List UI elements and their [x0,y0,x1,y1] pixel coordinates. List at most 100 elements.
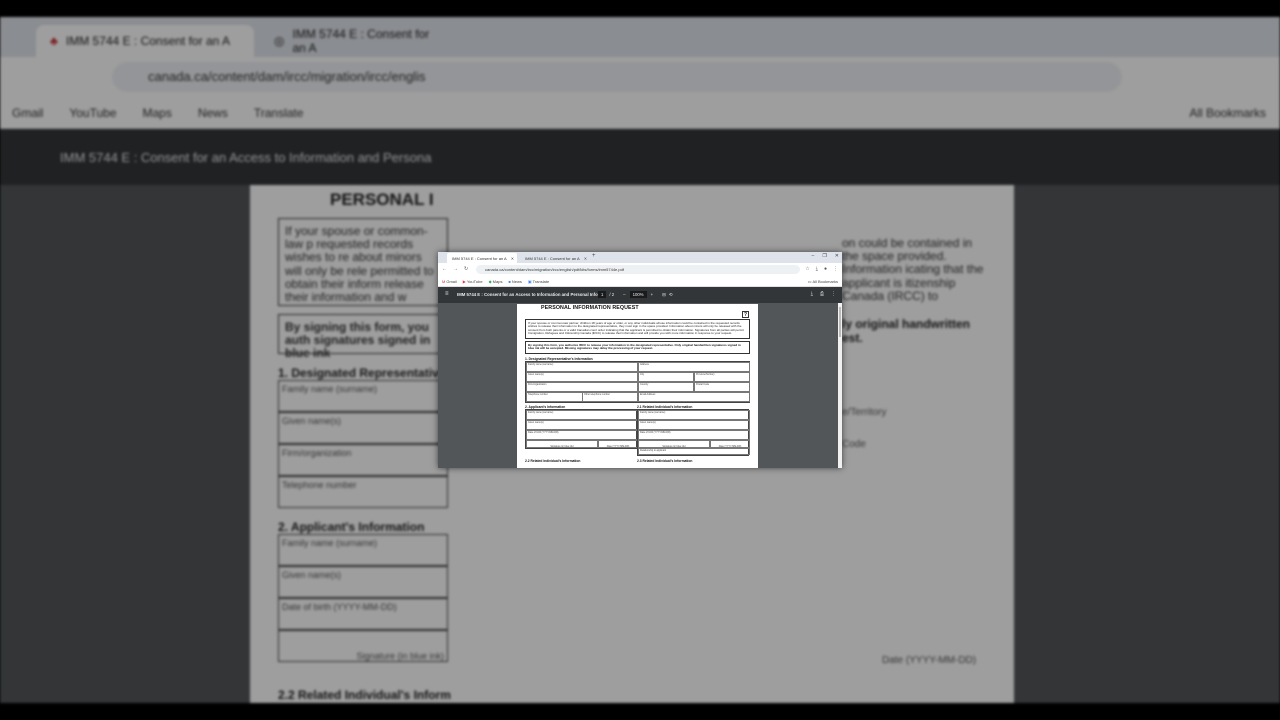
field-rep-province[interactable]: Province/Territory [694,371,750,382]
applicant-signature-row: Signature (in blue ink) Date (YYYY-MM-DD… [526,439,638,448]
bookmark-news[interactable]: ■ News [508,279,521,284]
bg-tab-strip: ♣ IMM 5744 E : Consent for an A ◎ IMM 57… [0,17,1280,57]
page-number-input[interactable]: 1 [598,291,607,298]
bookmark-translate-label: Translate [532,278,550,284]
field-rep-country[interactable]: Country [638,381,694,392]
globe-icon: ◎ [274,34,285,48]
bg-row-1: Family name (surname) [278,380,448,412]
tab-active[interactable]: IMM 5744 E : Consent for an A ✕ [447,253,517,263]
bg-bm-youtube: YouTube [69,105,117,120]
back-arrow-icon[interactable]: ← [442,266,447,272]
section-2-columns: 2. Applicant's Information Family name (… [525,405,750,456]
bg-address-row: canada.ca/content/dam/ircc/migration/irc… [0,57,1280,97]
field-related-given-names[interactable]: Given name(s) [638,419,750,430]
field-related-dob[interactable]: Date of birth (YYYY-MM-DD) [638,429,750,440]
applicant-signature[interactable]: Signature (in blue ink) [526,439,598,448]
field-rep-address[interactable]: Address [638,361,750,372]
tab-label: IMM 5744 E : Consent for an A [452,255,507,261]
field-applicant-dob[interactable]: Date of birth (YYYY-MM-DD) [526,429,638,440]
minimize-button[interactable]: – [812,253,815,259]
close-icon[interactable]: ✕ [511,256,514,261]
bg-bm-translate: Translate [253,105,304,120]
field-rep-postal[interactable]: Postal Code [694,381,750,392]
new-tab-button[interactable]: + [592,253,596,259]
field-rep-telephone[interactable]: Telephone number [527,392,583,401]
field-rep-city[interactable]: City [638,371,694,382]
bg-date: Date (YYYY-MM-DD) [882,655,977,666]
browser-window: IMM 5744 E : Consent for an A ✕ IMM 5744… [438,252,842,468]
field-rep-other-telephone[interactable]: Other telephone number [583,393,637,401]
bg-row-3: Firm/organization [278,444,448,476]
print-icon[interactable]: ⎙ [820,291,824,297]
kebab-menu-icon[interactable]: ⋮ [833,266,838,272]
tab-strip: IMM 5744 E : Consent for an A ✕ IMM 5744… [438,252,842,263]
bookmark-news-label: News [511,278,522,284]
address-input[interactable]: canada.ca/content/dam/ircc/migration/irc… [476,265,800,274]
bg-bm-gmail: Gmail [12,105,44,120]
bookmark-translate[interactable]: ▣ Translate [528,279,549,284]
tab-inactive[interactable]: IMM 5744 E : Consent for an A ✕ [520,253,590,263]
window-close-button[interactable]: ✕ [835,253,839,259]
field-related-family-name[interactable]: Family name (surname) [638,409,750,420]
related-signature[interactable]: Signature (in blue ink) [638,439,710,448]
pdf-actions: ⤓ ⎙ ⋮ [811,291,836,297]
scrollbar-thumb[interactable] [839,307,841,337]
bg-signature: Signature (in blue ink) [278,630,448,662]
bg-all-bookmarks: All Bookmarks [1189,105,1266,120]
gmail-icon: M [442,278,446,284]
bg-bm-news: News [197,105,228,120]
zoom-controls: – 100% + [623,291,653,298]
field-rep-family-name[interactable]: Family name (surname) [526,361,638,372]
bg-app-row-3: Date of birth (YYYY-MM-DD) [278,598,448,630]
help-icon[interactable]: ? [742,311,749,318]
related-column: 2.1 Related Individual's Information Fam… [637,405,750,456]
zoom-in-button[interactable]: + [651,292,654,297]
field-rep-phones: Telephone number Other telephone number [526,391,638,402]
bg-right-label-2: Code [842,439,866,450]
field-rep-firm[interactable]: Firm/organization [526,381,638,392]
hamburger-menu-icon[interactable]: ≡ [445,291,449,297]
reload-icon[interactable]: ↻ [464,266,468,272]
download-icon[interactable]: ⤓ [816,266,818,272]
bg-tab-inactive: ◎ IMM 5744 E : Consent for an A [260,25,450,57]
field-rep-email[interactable]: Email Address [638,391,750,402]
pdf-more-icon[interactable]: ⋮ [831,291,836,297]
field-applicant-family-name[interactable]: Family name (surname) [526,409,638,420]
related-date[interactable]: Date (YYYY-MM-DD) [710,439,750,448]
applicant-column: 2. Applicant's Information Family name (… [525,405,638,456]
pdf-pager: 1 / 2 – 100% + ⊟ ⟲ [598,291,672,298]
section-1-grid: Family name (surname) Address Given name… [525,360,750,403]
related-signature-row: Signature (in blue ink) Date (YYYY-MM-DD… [638,439,750,448]
pdf-toolbar: ≡ IMM 5744 E : Consent for an Access to … [438,287,842,303]
restore-button[interactable]: ❐ [822,253,826,259]
vertical-scrollbar[interactable] [838,303,842,468]
applicant-date[interactable]: Date (YYYY-MM-DD) [598,439,638,448]
rotate-icon[interactable]: ⟲ [669,292,673,298]
bookmarks-bar: M Gmail ▶ YouTube ◆ Maps ■ News ▣ Translate ▭… [438,276,842,287]
bookmark-gmail[interactable]: M Gmail [442,279,457,284]
news-icon: ■ [508,278,511,284]
applicant-grid: Family name (surname) Given name(s) Date… [525,408,638,449]
bg-bm-maps: Maps [142,105,172,120]
fit-page-icon[interactable]: ⊟ [662,292,666,298]
field-rep-given-names[interactable]: Given name(s) [526,371,638,382]
pdf-download-icon[interactable]: ⤓ [811,291,813,297]
bookmark-maps[interactable]: ◆ Maps [489,279,503,284]
bg-row-2: Given name(s) [278,412,448,444]
field-related-relationship[interactable]: Relationship to applicant [638,447,750,455]
zoom-level[interactable]: 100% [629,291,647,298]
bg-section2: 2. Applicant's Information [278,520,425,534]
profile-icon[interactable]: ● [824,266,827,272]
zoom-out-button[interactable]: – [623,292,625,297]
forward-arrow-icon[interactable]: → [453,266,458,272]
field-applicant-given-names[interactable]: Given name(s) [526,419,638,430]
bookmark-youtube[interactable]: ▶ YouTube [463,279,483,284]
pdf-viewer-area[interactable]: PERSONAL INFORMATION REQUEST ? If your s… [438,303,842,468]
close-icon-2[interactable]: ✕ [584,256,587,261]
all-bookmarks[interactable]: ▭ All Bookmarks [808,279,838,284]
all-bookmarks-label: All Bookmarks [812,279,838,284]
bg-tab-label: IMM 5744 E : Consent for an A [65,34,230,48]
bookmark-star-icon[interactable]: ☆ [805,266,809,272]
tab-label-2: IMM 5744 E : Consent for an A [525,255,580,261]
bg-tab-active: ♣ IMM 5744 E : Consent for an A [36,25,254,57]
